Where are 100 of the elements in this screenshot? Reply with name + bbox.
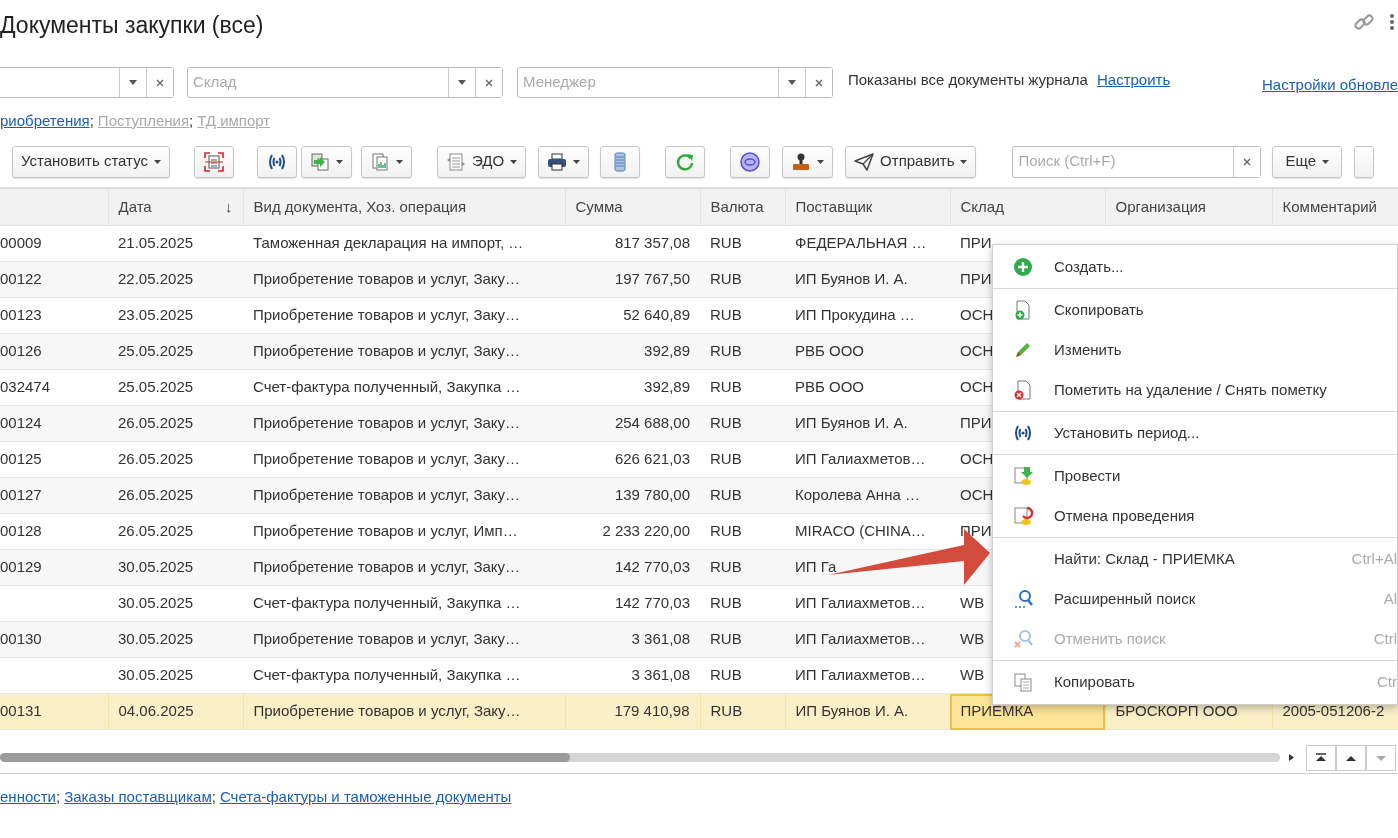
column-header[interactable]: Поставщик [785, 188, 950, 226]
table-cell: 22.05.2025 [108, 261, 243, 298]
table-cell: 00124 [0, 405, 108, 442]
table-cell: RUB [700, 297, 785, 334]
toolbar-button[interactable]: Отправить [845, 145, 977, 178]
toolbar-button[interactable]: Установить статус [12, 145, 170, 178]
menu-item[interactable]: Установить период... [993, 413, 1397, 453]
table-cell: 26.05.2025 [108, 477, 243, 514]
related-documents-link[interactable]: енности [0, 785, 56, 808]
table-cell: Приобретение товаров и услуг, Заку… [243, 261, 565, 298]
table-cell: ИП Галиахметов… [785, 441, 950, 478]
search-field[interactable]: Поиск (Ctrl+F) [1012, 145, 1262, 178]
table-cell: RUB [700, 225, 785, 262]
toolbar-button[interactable] [730, 145, 771, 178]
table-cell: 00129 [0, 549, 108, 586]
column-header[interactable]: Комментарий [1272, 188, 1398, 226]
table-cell: 139 780,00 [565, 477, 700, 514]
table-cell: ИП Буянов И. А. [785, 693, 950, 730]
filter-field[interactable]: Склад [187, 67, 503, 98]
column-header[interactable]: Организация [1105, 188, 1272, 226]
clear-icon[interactable] [1243, 157, 1252, 166]
document-coins-icon [1013, 506, 1033, 526]
table-cell: RUB [700, 261, 785, 298]
table-cell: Приобретение товаров и услуг, Заку… [243, 441, 565, 478]
table-cell: ИП Прокудина … [785, 297, 950, 334]
scroll-top-icon[interactable] [1315, 753, 1327, 762]
pencil-icon [1013, 340, 1033, 360]
dropdown-caret-icon[interactable] [458, 80, 466, 85]
column-header[interactable]: Склад [950, 188, 1105, 226]
table-cell: 00127 [0, 477, 108, 514]
table-cell: 3 361,08 [565, 657, 700, 694]
document-delete-icon [1013, 380, 1033, 400]
dropdown-caret-icon[interactable] [788, 80, 796, 85]
more-button[interactable]: Еще [1272, 145, 1342, 178]
table-cell: РВБ ООО [785, 333, 950, 370]
table-cell: 25.05.2025 [108, 333, 243, 370]
caret-icon [510, 159, 518, 164]
table-cell: 032474 [0, 369, 108, 406]
dropdown-caret-icon[interactable] [129, 80, 137, 85]
table-cell: Приобретение товаров и услуг, Заку… [243, 477, 565, 514]
column-header[interactable]: Дата ↓ [108, 188, 243, 226]
filter-input[interactable]: Склад [188, 68, 448, 97]
table-cell: 00131 [0, 693, 108, 730]
toolbar-button[interactable] [257, 145, 297, 178]
caret-icon [396, 159, 403, 164]
document-type-link[interactable]: риобретения [0, 110, 90, 133]
table-cell: RUB [700, 477, 785, 514]
document-exchange-icon [446, 151, 466, 172]
table-cell: 04.06.2025 [108, 693, 243, 730]
clear-icon[interactable] [485, 78, 493, 87]
related-documents-link[interactable]: Счета-фактуры и таможенные документы [219, 785, 512, 808]
table-cell: Счет-фактура полученный, Закупка … [243, 657, 565, 694]
search-input[interactable]: Поиск (Ctrl+F) [1013, 146, 1234, 177]
caret-icon [817, 159, 825, 164]
table-cell: RUB [700, 657, 785, 694]
more-options-icon[interactable] [1390, 13, 1394, 31]
table-cell: 00126 [0, 333, 108, 370]
scrollbar-track[interactable] [0, 753, 1280, 762]
table-cell: ИП Галиахметов… [785, 585, 950, 622]
table-cell: 26.05.2025 [108, 513, 243, 550]
table-cell: RUB [700, 405, 785, 442]
filter-input[interactable]: Менеджер [518, 68, 778, 97]
table-cell: 00128 [0, 513, 108, 550]
clear-icon[interactable] [156, 78, 164, 87]
table-cell: Приобретение товаров и услуг, Заку… [243, 621, 565, 658]
scrollbar-thumb[interactable] [0, 753, 570, 762]
filter-field[interactable] [0, 67, 174, 98]
toolbar-button[interactable] [782, 145, 834, 178]
table-cell: 197 767,50 [565, 261, 700, 298]
filter-field[interactable]: Менеджер [517, 67, 833, 98]
table-cell: 26.05.2025 [108, 441, 243, 478]
copy-icon [1013, 672, 1033, 692]
related-documents-link[interactable]: Заказы поставщикам [64, 785, 212, 808]
table-cell: 2 233 220,00 [565, 513, 700, 550]
table-cell: RUB [700, 621, 785, 658]
toolbar-button[interactable]: ЭДО [437, 145, 527, 178]
column-header[interactable]: Сумма [565, 188, 700, 226]
table-cell: Приобретение товаров и услуг, Заку… [243, 297, 565, 334]
scroll-right-icon[interactable] [1289, 754, 1294, 761]
column-header[interactable]: Валюта [700, 188, 785, 226]
configure-link[interactable]: Настроить [1096, 69, 1171, 92]
table-cell: Приобретение товаров и услуг, Заку… [243, 333, 565, 370]
table-cell: ИП Буянов И. А. [785, 261, 950, 298]
table-cell: 30.05.2025 [108, 549, 243, 586]
column-header[interactable]: Вид документа, Хоз. операция [243, 188, 565, 226]
clear-icon[interactable] [815, 78, 823, 87]
table-cell: 254 688,00 [565, 405, 700, 442]
caret-icon [336, 159, 343, 164]
table-cell: RUB [700, 693, 785, 730]
scroll-up-icon[interactable] [1345, 753, 1357, 762]
document-coins-icon [1013, 466, 1033, 486]
table-cell: RUB [700, 513, 785, 550]
table-cell: RUB [700, 549, 785, 586]
refresh-settings-link[interactable]: Настройки обновле [1262, 74, 1398, 97]
plus-circle-icon [1013, 257, 1033, 277]
document-plus-icon [1013, 300, 1033, 320]
toolbar-button[interactable] [538, 145, 590, 178]
stamp-icon [791, 151, 812, 172]
table-cell: ИП Галиахметов… [785, 657, 950, 694]
link-icon[interactable] [1354, 12, 1374, 32]
